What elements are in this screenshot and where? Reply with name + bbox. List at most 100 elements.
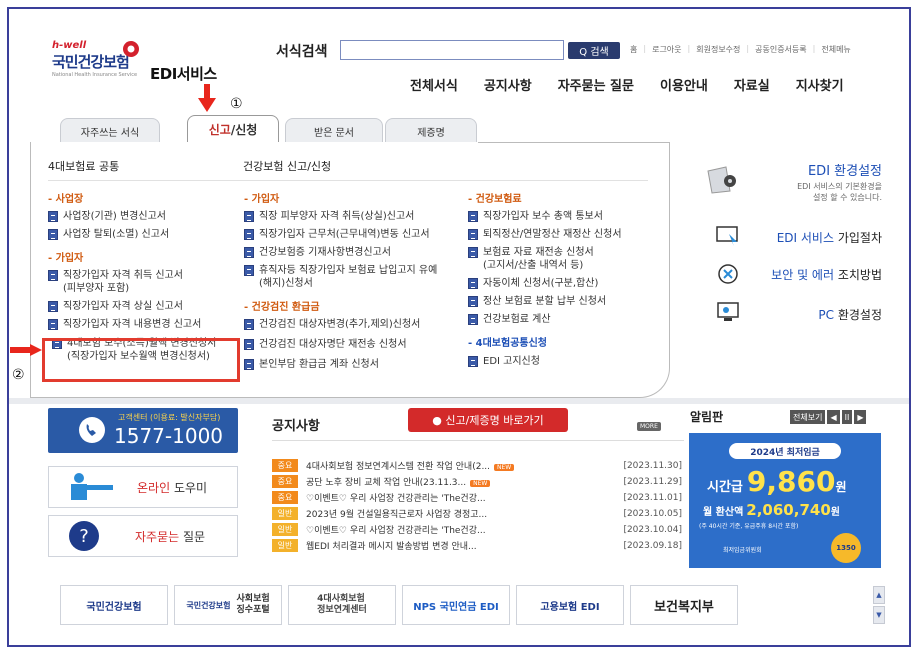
document-icon — [48, 270, 58, 281]
col2-cat-subscriber: - 가입자 — [244, 194, 280, 205]
notice-row[interactable]: 중요 4대사회보험 정보연계시스템 전환 작업 안내(2... NEW [2023… — [272, 458, 682, 473]
logo-scroll-down-button[interactable]: ▼ — [873, 606, 885, 624]
list-item[interactable]: 직장가입자 자격 취득 신고서 (피부양자 포함) — [48, 269, 238, 295]
notice-title: 공지사항 — [272, 419, 320, 434]
list-item[interactable]: 직장가입자 자격 상실 신고서 — [48, 300, 238, 313]
col1-title: 4대보험료 공통 — [48, 160, 120, 173]
nav-all-forms[interactable]: 전체서식 — [410, 75, 458, 94]
highlight-box — [42, 338, 240, 382]
list-item[interactable]: 직장가입자 근무처(근무내역)변동 신고서 — [244, 228, 464, 241]
logout-link[interactable]: 로그아웃 — [652, 44, 681, 55]
document-icon — [48, 301, 58, 312]
list-item[interactable]: 건강보험증 기재사항변경신고서 — [244, 246, 464, 259]
notice-row[interactable]: 일반 웹EDI 처리결과 메시지 발송방법 변경 안내... [2023.09.… — [272, 538, 682, 553]
tab-frequent-forms[interactable]: 자주쓰는 서식 — [60, 118, 160, 143]
search-input[interactable] — [340, 40, 564, 60]
notice-date: [2023.09.18] — [623, 540, 682, 551]
list-item[interactable]: 직장 피부양자 자격 취득(상실)신고서 — [244, 210, 464, 223]
online-helper-button[interactable]: 온라인 도우미 — [48, 466, 238, 508]
list-item[interactable]: 직장가입자 자격 내용변경 신고서 — [48, 318, 238, 331]
cert-register-link[interactable]: 공동인증서등록 — [755, 44, 807, 55]
nav-guide[interactable]: 이용안내 — [660, 75, 708, 94]
notice-row[interactable]: 중요 공단 노후 장비 교체 작업 안내(23.11.3... NEW [2023… — [272, 474, 682, 489]
security-error-link[interactable]: 보안 및 에러 조치방법 — [740, 266, 882, 283]
customer-center-box[interactable]: 고객센터 (이용료: 발신자부담) 1577-1000 — [48, 408, 238, 453]
col3-cat-premium: - 건강보험료 — [468, 194, 522, 205]
edi-env-title[interactable]: EDI 환경설정 — [760, 160, 882, 179]
list-item[interactable]: 자동이체 신청서(구분,합산) — [468, 277, 658, 290]
col3-cat-common: - 4대보험공통신청 — [468, 338, 547, 349]
tab-certificate[interactable]: 제증명 — [385, 118, 477, 143]
notice-row[interactable]: 일반 ♡이벤트♡ 우리 사업장 건강관리는 'The건강... [2023.10… — [272, 522, 682, 537]
list-item[interactable]: 직장가입자 보수 총액 통보서 — [468, 210, 658, 223]
online-helper-label: 온라인 도우미 — [137, 480, 208, 495]
pc-settings-icon — [717, 302, 739, 321]
prev-button[interactable]: ◀ — [827, 410, 840, 424]
document-icon — [244, 211, 254, 222]
tab-report-apply-label-a: 신고 — [208, 122, 231, 137]
edi-join-link[interactable]: EDI 서비스 가입절차 — [750, 229, 882, 246]
notice-row[interactable]: 일반 2023년 9월 건설일용직근로자 사업장 경정고... [2023.10… — [272, 506, 682, 521]
document-icon — [48, 319, 58, 330]
question-icon: ? — [69, 521, 99, 551]
all-menu-link[interactable]: 전체메뉴 — [821, 44, 850, 55]
pause-button[interactable]: II — [841, 410, 853, 424]
list-item[interactable]: 퇴직정산/연말정산 재정산 신청서 — [468, 228, 658, 241]
list-item[interactable]: 건강검진 대상자명단 재전송 신청서 — [244, 338, 464, 351]
view-all-button[interactable]: 전체보기 — [790, 410, 826, 424]
document-icon — [468, 278, 478, 289]
tab-report-apply[interactable]: 신고/신청 — [187, 115, 279, 143]
notice-text: 2023년 9월 건설일용직근로자 사업장 경정고... — [306, 510, 488, 520]
monitor-cursor-icon — [716, 226, 738, 246]
list-item[interactable]: 사업장(기관) 변경신고서 — [48, 210, 238, 223]
list-item[interactable]: 보험료 자료 재전송 신청서 (고지서/산출 내역서 등) — [468, 246, 658, 272]
section-separator — [9, 398, 909, 404]
list-item[interactable]: 건강검진 대상자변경(추가,제외)신청서 — [244, 318, 464, 331]
notice-date: [2023.10.05] — [623, 508, 682, 519]
list-item[interactable]: EDI 고지신청 — [468, 355, 658, 368]
pc-env-link[interactable]: PC 환경설정 — [760, 306, 882, 323]
logo-employment-edi[interactable]: 고용보험 EDI — [516, 585, 624, 625]
step-2-marker: ② — [12, 367, 25, 383]
list-item[interactable]: 정산 보험료 분할 납부 신청서 — [468, 295, 658, 308]
go-report-button[interactable]: ● 신고/제증명 바로가기 — [408, 408, 568, 432]
notice-row[interactable]: 중요 ♡이벤트♡ 우리 사업장 건강관리는 'The건강... [2023.11… — [272, 490, 682, 505]
faq-button[interactable]: ? 자주묻는 질문 — [48, 515, 238, 557]
tab-received-docs[interactable]: 받은 문서 — [285, 118, 383, 143]
document-icon — [244, 247, 254, 258]
folder-gear-icon — [704, 163, 738, 197]
list-item[interactable]: 건강보험료 계산 — [468, 313, 658, 326]
footer-logo-row: 국민건강보험 국민건강보험 사회보험 징수포털 4대사회보험 정보연계센터 NP… — [60, 585, 880, 625]
min-wage-banner[interactable]: 2024년 최저임금 시간급 9,860 원 월 환산액 2,060,740 원… — [689, 433, 881, 568]
banner-hourly: 시간급 9,860 원 — [707, 465, 847, 498]
logo-social-insurance[interactable]: 국민건강보험 사회보험 징수포털 — [174, 585, 282, 625]
customer-center-label: 고객센터 (이용료: 발신자부담) — [118, 413, 221, 422]
notice-divider — [272, 440, 684, 441]
notice-date: [2023.11.01] — [623, 492, 682, 503]
nav-branch[interactable]: 지사찾기 — [796, 75, 844, 94]
heart-logo-icon — [123, 41, 139, 57]
notice-text: ♡이벤트♡ 우리 사업장 건강관리는 'The건강... — [306, 494, 486, 504]
nav-faq[interactable]: 자주묻는 질문 — [558, 75, 634, 94]
nav-library[interactable]: 자료실 — [734, 75, 770, 94]
edit-profile-link[interactable]: 회원정보수정 — [696, 44, 740, 55]
edi-service-title: EDI서비스 — [150, 65, 217, 83]
notice-more-button[interactable]: MORE — [637, 422, 661, 431]
col1-cat-subscriber: - 가입자 — [48, 253, 84, 264]
logo-scroll-up-button[interactable]: ▲ — [873, 586, 885, 604]
importance-badge: 일반 — [272, 523, 298, 536]
search-button[interactable]: Q 검색 — [568, 42, 620, 59]
nav-notice[interactable]: 공지사항 — [484, 75, 532, 94]
next-button[interactable]: ▶ — [854, 410, 867, 424]
home-link[interactable]: 홈 — [630, 44, 637, 55]
logo-nhis[interactable]: 국민건강보험 — [60, 585, 168, 625]
logo-mohw[interactable]: 보건복지부 — [630, 585, 738, 625]
list-item[interactable]: 본인부담 환급금 계좌 신청서 — [244, 358, 464, 371]
logo-nps-edi[interactable]: NPS 국민연금 EDI — [402, 585, 510, 625]
list-item[interactable]: 휴직자등 직장가입자 보험료 납입고지 유예 (해지)신청서 — [244, 264, 464, 290]
logo-4insure-center[interactable]: 4대사회보험 정보연계센터 — [288, 585, 396, 625]
faq-label: 자주묻는 질문 — [135, 529, 206, 544]
document-icon — [244, 339, 254, 350]
main-nav: 전체서식 공지사항 자주묻는 질문 이용안내 자료실 지사찾기 — [410, 75, 844, 94]
list-item[interactable]: 사업장 탈퇴(소멸) 신고서 — [48, 228, 238, 241]
